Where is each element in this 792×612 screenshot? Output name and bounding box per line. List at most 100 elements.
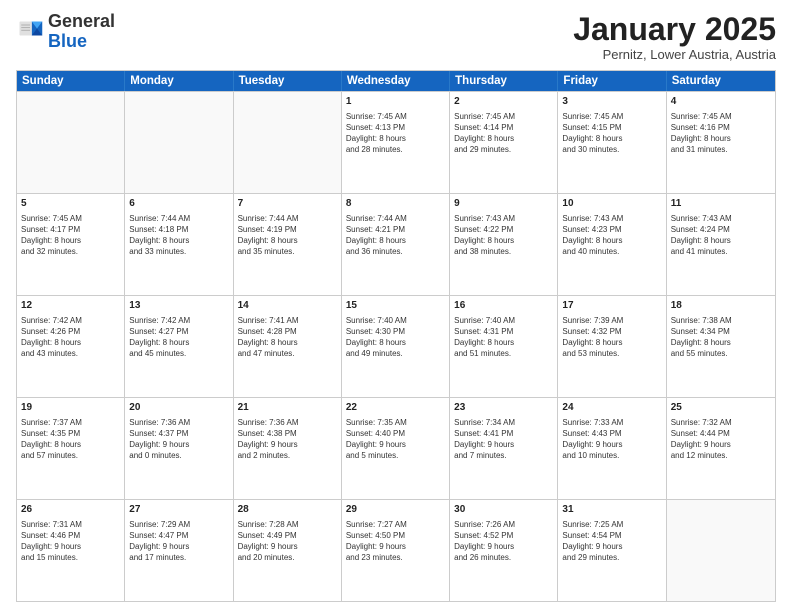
calendar-day-1: 1 Sunrise: 7:45 AM Sunset: 4:13 PM Daylig…	[342, 92, 450, 193]
page: General Blue January 2025 Pernitz, Lower…	[0, 0, 792, 612]
day-number: 25	[671, 401, 771, 415]
calendar-header-cell-thursday: Thursday	[450, 71, 558, 91]
day-details: Sunrise: 7:40 AM Sunset: 4:31 PM Dayligh…	[454, 315, 553, 360]
calendar-day-31: 31 Sunrise: 7:25 AM Sunset: 4:54 PM Dayli…	[558, 500, 666, 601]
calendar-day-9: 9 Sunrise: 7:43 AM Sunset: 4:22 PM Daylig…	[450, 194, 558, 295]
day-number: 10	[562, 197, 661, 211]
calendar-day-18: 18Sunrise: 7:38 AM Sunset: 4:34 PM Dayli…	[667, 296, 775, 397]
calendar-day-3: 3 Sunrise: 7:45 AM Sunset: 4:15 PM Daylig…	[558, 92, 666, 193]
calendar-header-cell-saturday: Saturday	[667, 71, 775, 91]
calendar-day-8: 8Sunrise: 7:44 AM Sunset: 4:21 PM Daylig…	[342, 194, 450, 295]
calendar-day-16: 16 Sunrise: 7:40 AM Sunset: 4:31 PM Dayli…	[450, 296, 558, 397]
day-number: 6	[129, 197, 228, 211]
calendar-week-3: 12 Sunrise: 7:42 AM Sunset: 4:26 PM Dayli…	[17, 295, 775, 397]
calendar-day-30: 30 Sunrise: 7:26 AM Sunset: 4:52 PM Dayli…	[450, 500, 558, 601]
day-number: 15	[346, 299, 445, 313]
calendar-cell-empty	[125, 92, 233, 193]
day-number: 3	[562, 95, 661, 109]
location-subtitle: Pernitz, Lower Austria, Austria	[573, 47, 776, 62]
day-number: 9	[454, 197, 553, 211]
day-details: Sunrise: 7:45 AM Sunset: 4:14 PM Dayligh…	[454, 111, 553, 156]
calendar-day-23: 23 Sunrise: 7:34 AM Sunset: 4:41 PM Dayli…	[450, 398, 558, 499]
calendar-day-25: 25Sunrise: 7:32 AM Sunset: 4:44 PM Dayli…	[667, 398, 775, 499]
day-number: 30	[454, 503, 553, 517]
day-details: Sunrise: 7:44 AM Sunset: 4:18 PM Dayligh…	[129, 213, 228, 258]
calendar-day-20: 20Sunrise: 7:36 AM Sunset: 4:37 PM Dayli…	[125, 398, 233, 499]
header: General Blue January 2025 Pernitz, Lower…	[16, 12, 776, 62]
day-details: Sunrise: 7:42 AM Sunset: 4:26 PM Dayligh…	[21, 315, 120, 360]
calendar-day-5: 5Sunrise: 7:45 AM Sunset: 4:17 PM Daylig…	[17, 194, 125, 295]
day-number: 26	[21, 503, 120, 517]
day-number: 7	[238, 197, 337, 211]
title-block: January 2025 Pernitz, Lower Austria, Aus…	[573, 12, 776, 62]
day-number: 16	[454, 299, 553, 313]
day-number: 4	[671, 95, 771, 109]
logo-icon	[16, 18, 44, 46]
day-details: Sunrise: 7:35 AM Sunset: 4:40 PM Dayligh…	[346, 417, 445, 462]
calendar-day-10: 10 Sunrise: 7:43 AM Sunset: 4:23 PM Dayli…	[558, 194, 666, 295]
logo-text: General Blue	[48, 12, 115, 52]
day-details: Sunrise: 7:42 AM Sunset: 4:27 PM Dayligh…	[129, 315, 228, 360]
logo-blue: Blue	[48, 31, 87, 51]
day-details: Sunrise: 7:43 AM Sunset: 4:24 PM Dayligh…	[671, 213, 771, 258]
day-details: Sunrise: 7:36 AM Sunset: 4:37 PM Dayligh…	[129, 417, 228, 462]
day-number: 24	[562, 401, 661, 415]
calendar-day-13: 13 Sunrise: 7:42 AM Sunset: 4:27 PM Dayli…	[125, 296, 233, 397]
logo-general: General	[48, 11, 115, 31]
day-number: 18	[671, 299, 771, 313]
day-number: 11	[671, 197, 771, 211]
day-number: 23	[454, 401, 553, 415]
day-number: 12	[21, 299, 120, 313]
calendar-header-cell-sunday: Sunday	[17, 71, 125, 91]
day-details: Sunrise: 7:43 AM Sunset: 4:22 PM Dayligh…	[454, 213, 553, 258]
calendar-day-7: 7 Sunrise: 7:44 AM Sunset: 4:19 PM Daylig…	[234, 194, 342, 295]
calendar-header-cell-tuesday: Tuesday	[234, 71, 342, 91]
day-number: 31	[562, 503, 661, 517]
day-details: Sunrise: 7:43 AM Sunset: 4:23 PM Dayligh…	[562, 213, 661, 258]
calendar-day-21: 21Sunrise: 7:36 AM Sunset: 4:38 PM Dayli…	[234, 398, 342, 499]
day-details: Sunrise: 7:33 AM Sunset: 4:43 PM Dayligh…	[562, 417, 661, 462]
day-number: 19	[21, 401, 120, 415]
calendar-day-22: 22 Sunrise: 7:35 AM Sunset: 4:40 PM Dayli…	[342, 398, 450, 499]
day-number: 13	[129, 299, 228, 313]
day-details: Sunrise: 7:34 AM Sunset: 4:41 PM Dayligh…	[454, 417, 553, 462]
calendar-day-26: 26 Sunrise: 7:31 AM Sunset: 4:46 PM Dayli…	[17, 500, 125, 601]
calendar-day-2: 2 Sunrise: 7:45 AM Sunset: 4:14 PM Daylig…	[450, 92, 558, 193]
calendar-cell-empty	[17, 92, 125, 193]
calendar-day-27: 27Sunrise: 7:29 AM Sunset: 4:47 PM Dayli…	[125, 500, 233, 601]
calendar-body: 1 Sunrise: 7:45 AM Sunset: 4:13 PM Daylig…	[17, 91, 775, 601]
calendar-week-4: 19Sunrise: 7:37 AM Sunset: 4:35 PM Dayli…	[17, 397, 775, 499]
calendar-week-1: 1 Sunrise: 7:45 AM Sunset: 4:13 PM Daylig…	[17, 91, 775, 193]
calendar-day-12: 12 Sunrise: 7:42 AM Sunset: 4:26 PM Dayli…	[17, 296, 125, 397]
day-details: Sunrise: 7:40 AM Sunset: 4:30 PM Dayligh…	[346, 315, 445, 360]
calendar-week-5: 26 Sunrise: 7:31 AM Sunset: 4:46 PM Dayli…	[17, 499, 775, 601]
day-details: Sunrise: 7:45 AM Sunset: 4:15 PM Dayligh…	[562, 111, 661, 156]
day-details: Sunrise: 7:44 AM Sunset: 4:19 PM Dayligh…	[238, 213, 337, 258]
day-number: 28	[238, 503, 337, 517]
day-number: 17	[562, 299, 661, 313]
day-number: 1	[346, 95, 445, 109]
day-number: 2	[454, 95, 553, 109]
day-details: Sunrise: 7:45 AM Sunset: 4:16 PM Dayligh…	[671, 111, 771, 156]
day-details: Sunrise: 7:25 AM Sunset: 4:54 PM Dayligh…	[562, 519, 661, 564]
day-number: 22	[346, 401, 445, 415]
calendar-day-29: 29Sunrise: 7:27 AM Sunset: 4:50 PM Dayli…	[342, 500, 450, 601]
day-details: Sunrise: 7:31 AM Sunset: 4:46 PM Dayligh…	[21, 519, 120, 564]
day-number: 8	[346, 197, 445, 211]
day-number: 21	[238, 401, 337, 415]
calendar-day-17: 17 Sunrise: 7:39 AM Sunset: 4:32 PM Dayli…	[558, 296, 666, 397]
calendar-cell-empty	[667, 500, 775, 601]
calendar-day-15: 15 Sunrise: 7:40 AM Sunset: 4:30 PM Dayli…	[342, 296, 450, 397]
calendar-day-19: 19Sunrise: 7:37 AM Sunset: 4:35 PM Dayli…	[17, 398, 125, 499]
month-title: January 2025	[573, 12, 776, 47]
day-details: Sunrise: 7:26 AM Sunset: 4:52 PM Dayligh…	[454, 519, 553, 564]
day-details: Sunrise: 7:45 AM Sunset: 4:13 PM Dayligh…	[346, 111, 445, 156]
day-details: Sunrise: 7:39 AM Sunset: 4:32 PM Dayligh…	[562, 315, 661, 360]
calendar-header-cell-friday: Friday	[558, 71, 666, 91]
day-details: Sunrise: 7:41 AM Sunset: 4:28 PM Dayligh…	[238, 315, 337, 360]
calendar: SundayMondayTuesdayWednesdayThursdayFrid…	[16, 70, 776, 602]
calendar-header-cell-wednesday: Wednesday	[342, 71, 450, 91]
day-number: 5	[21, 197, 120, 211]
day-number: 14	[238, 299, 337, 313]
day-details: Sunrise: 7:29 AM Sunset: 4:47 PM Dayligh…	[129, 519, 228, 564]
